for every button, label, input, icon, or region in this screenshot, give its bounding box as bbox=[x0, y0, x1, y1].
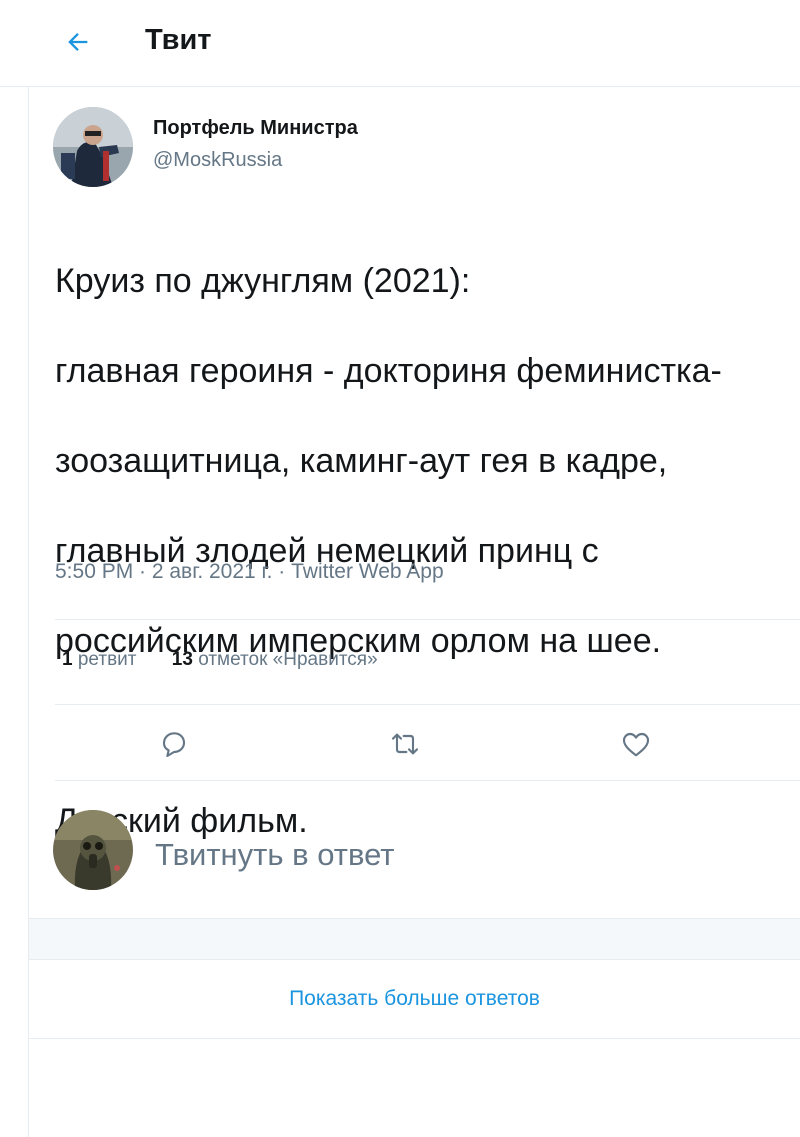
tweet-line: главная героиня - докториня феминистка- bbox=[55, 352, 722, 390]
top-bar: Твит bbox=[0, 0, 800, 87]
reply-input[interactable]: Твитнуть в ответ bbox=[155, 830, 755, 880]
arrow-left-icon bbox=[68, 33, 88, 51]
tweet-line: Круиз по джунглям (2021): bbox=[55, 262, 471, 300]
likes-stat[interactable]: 13 отметок «Нравится» bbox=[172, 649, 378, 670]
section-gap bbox=[29, 919, 800, 959]
page-title: Твит bbox=[145, 24, 212, 56]
like-button[interactable] bbox=[615, 723, 657, 765]
author-handle[interactable]: @MoskRussia bbox=[153, 149, 282, 172]
reply-button[interactable] bbox=[153, 723, 195, 765]
likes-count: 13 bbox=[171, 649, 193, 670]
likes-label: отметок «Нравится» bbox=[198, 649, 378, 670]
retweets-label: ретвит bbox=[77, 649, 137, 670]
author-name[interactable]: Портфель Министра bbox=[153, 117, 358, 140]
tweet-line: зоозащитница, каминг-аут гея в кадре, bbox=[55, 442, 668, 480]
tweet-stats: 1 ретвит 13 отметок «Нравится» bbox=[62, 649, 408, 671]
divider bbox=[29, 1038, 800, 1039]
like-icon bbox=[622, 732, 650, 757]
author-avatar-image bbox=[53, 107, 133, 187]
retweet-button[interactable] bbox=[384, 723, 426, 765]
author-avatar[interactable] bbox=[53, 107, 133, 187]
back-button[interactable] bbox=[58, 22, 98, 62]
tweet-text: Круиз по джунглям (2021): главная героин… bbox=[55, 214, 800, 889]
divider bbox=[55, 704, 800, 705]
retweet-icon bbox=[391, 733, 419, 755]
tweet-meta[interactable]: 5:50 PM · 2 авг. 2021 г. · Twitter Web A… bbox=[55, 560, 444, 584]
reply-icon bbox=[162, 732, 186, 758]
divider bbox=[55, 619, 800, 620]
retweets-stat[interactable]: 1 ретвит bbox=[62, 649, 142, 670]
user-avatar[interactable] bbox=[53, 810, 133, 890]
show-more-replies-link[interactable]: Показать больше ответов bbox=[29, 960, 800, 1038]
user-avatar-image bbox=[53, 810, 133, 890]
retweets-count: 1 bbox=[62, 649, 73, 670]
divider bbox=[55, 780, 800, 781]
